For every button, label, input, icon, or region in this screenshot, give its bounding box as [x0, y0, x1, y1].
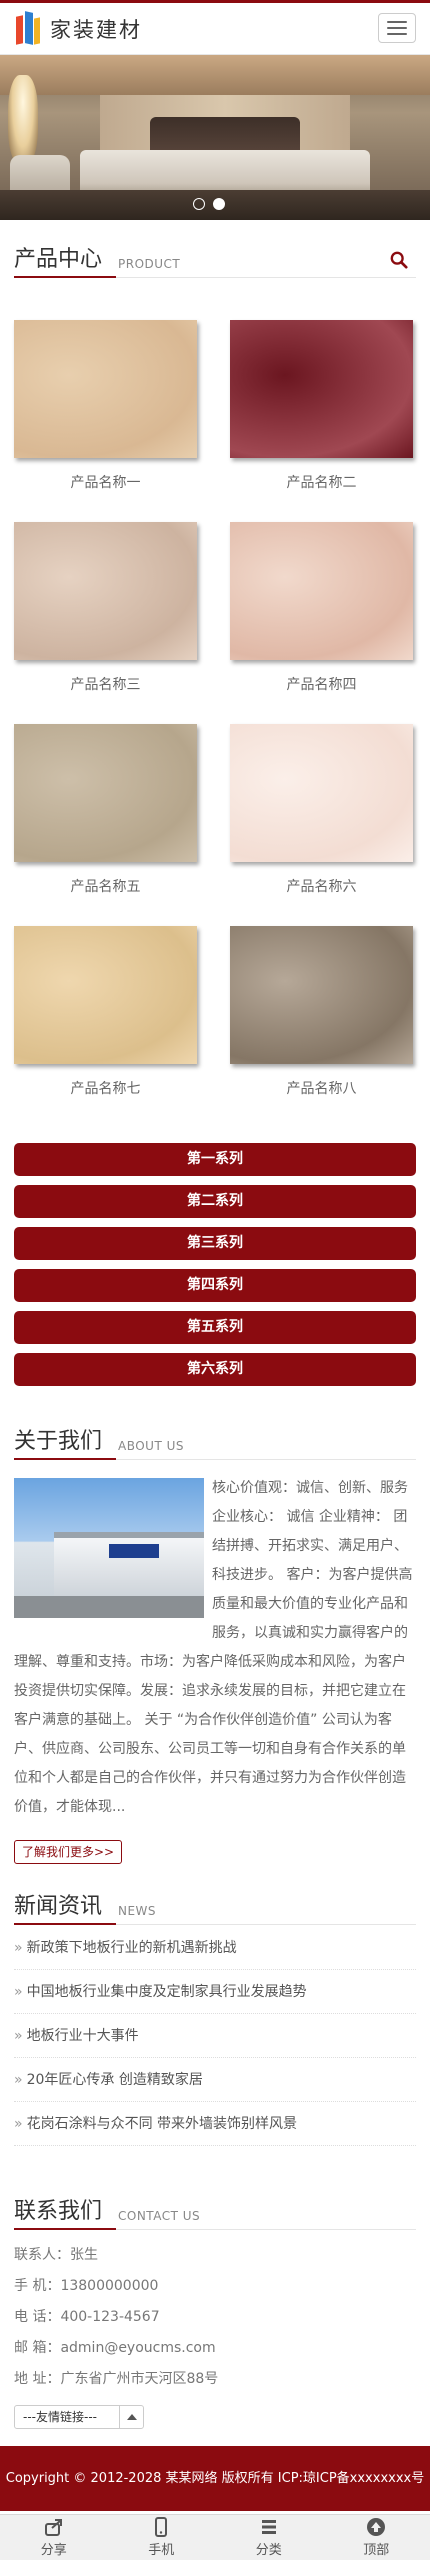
logo-text: 家装建材: [50, 18, 142, 42]
nav-label: 手机: [148, 2543, 175, 2558]
logo-mark-icon: [14, 10, 44, 48]
section-title-en: CONTACT US: [118, 2209, 201, 2223]
section-title-en: PRODUCT: [118, 257, 181, 271]
product-card[interactable]: 产品名称四: [230, 522, 413, 694]
nav-mobile[interactable]: 手机: [108, 2515, 216, 2560]
nav-label: 分享: [40, 2543, 67, 2558]
product-image[interactable]: [230, 522, 413, 660]
product-card[interactable]: 产品名称六: [230, 724, 413, 896]
product-name[interactable]: 产品名称八: [230, 1078, 413, 1098]
site-header: 家装建材: [0, 0, 430, 55]
news-item[interactable]: » 花岗石涂料与众不同 带来外墙装饰别样风景: [14, 2102, 416, 2146]
site-logo[interactable]: 家装建材: [14, 10, 142, 48]
news-item[interactable]: » 20年匠心传承 创造精致家居: [14, 2058, 416, 2102]
banner-slider[interactable]: [0, 55, 430, 220]
copyright-text: Copyright © 2012-2028 某某网络 版权所有 ICP:琼ICP…: [5, 2471, 425, 2486]
about-section-title: 关于我们 ABOUT US: [14, 1420, 416, 1460]
series-button[interactable]: 第四系列: [14, 1269, 416, 1302]
mobile-phone-icon: [155, 2517, 168, 2537]
product-name[interactable]: 产品名称二: [230, 472, 413, 492]
section-title-cn: 新闻资讯: [14, 1894, 103, 1919]
product-image[interactable]: [230, 926, 413, 1064]
news-title[interactable]: 新政策下地板行业的新机遇新挑战: [27, 1940, 237, 1956]
section-title-cn: 联系我们: [14, 2199, 103, 2224]
section-title-en: ABOUT US: [118, 1439, 185, 1453]
news-item[interactable]: » 新政策下地板行业的新机遇新挑战: [14, 1926, 416, 1970]
list-icon: [261, 2520, 276, 2534]
about-text: 核心价值观：诚信、创新、服务企业核心： 诚信 企业精神： 团结拼搏、开拓求实、满…: [14, 1474, 416, 1822]
section-title-en: NEWS: [118, 1904, 157, 1918]
contact-line: 邮 箱：admin@eyoucms.com: [14, 2340, 216, 2356]
chevron-up-icon: [119, 2406, 143, 2428]
product-name[interactable]: 产品名称四: [230, 674, 413, 694]
slider-dot-1[interactable]: [193, 198, 205, 210]
contact-section-title: 联系我们 CONTACT US: [14, 2190, 416, 2230]
section-title-cn: 产品中心: [14, 247, 103, 272]
product-image[interactable]: [14, 320, 197, 458]
product-card[interactable]: 产品名称八: [230, 926, 413, 1098]
chevron-right-icon: »: [14, 1984, 23, 2000]
nav-label: 顶部: [363, 2543, 390, 2558]
series-button[interactable]: 第一系列: [14, 1143, 416, 1176]
contact-line: 电 话：400-123-4567: [14, 2309, 160, 2325]
news-title[interactable]: 中国地板行业集中度及定制家具行业发展趋势: [27, 1984, 307, 2000]
about-more-button[interactable]: 了解我们更多>>: [14, 1840, 122, 1864]
product-card[interactable]: 产品名称三: [14, 522, 197, 694]
series-button[interactable]: 第五系列: [14, 1311, 416, 1344]
series-button[interactable]: 第六系列: [14, 1353, 416, 1386]
product-name[interactable]: 产品名称六: [230, 876, 413, 896]
product-name[interactable]: 产品名称一: [14, 472, 197, 492]
news-title[interactable]: 20年匠心传承 创造精致家居: [27, 2072, 203, 2088]
news-title[interactable]: 地板行业十大事件: [27, 2028, 139, 2044]
chevron-right-icon: »: [14, 2116, 23, 2132]
news-title[interactable]: 花岗石涂料与众不同 带来外墙装饰别样风景: [27, 2116, 297, 2132]
product-image[interactable]: [14, 724, 197, 862]
product-name[interactable]: 产品名称五: [14, 876, 197, 896]
news-section-title: 新闻资讯 NEWS: [14, 1885, 416, 1925]
share-icon: [44, 2519, 62, 2536]
chevron-right-icon: »: [14, 1940, 23, 1956]
chevron-right-icon: »: [14, 2028, 23, 2044]
friend-links-label: ---友情链接---: [23, 2410, 97, 2424]
product-image[interactable]: [14, 522, 197, 660]
slider-dots: [193, 198, 225, 210]
product-card[interactable]: 产品名称二: [230, 320, 413, 492]
nav-share[interactable]: 分享: [0, 2515, 108, 2560]
contact-line: 地 址：广东省广州市天河区88号: [14, 2371, 219, 2387]
nav-label: 分类: [255, 2543, 282, 2558]
news-item[interactable]: » 地板行业十大事件: [14, 2014, 416, 2058]
arrow-up-circle-icon: [367, 2518, 386, 2536]
search-icon[interactable]: [390, 251, 408, 269]
footer-copyright: Copyright © 2012-2028 某某网络 版权所有 ICP:琼ICP…: [0, 2446, 430, 2511]
bottom-nav: 分享 手机 分类 顶部: [0, 2514, 430, 2560]
series-button[interactable]: 第二系列: [14, 1185, 416, 1218]
series-button[interactable]: 第三系列: [14, 1227, 416, 1260]
products-section-title: 产品中心 PRODUCT: [14, 238, 416, 278]
product-name[interactable]: 产品名称七: [14, 1078, 197, 1098]
product-image[interactable]: [230, 724, 413, 862]
product-card[interactable]: 产品名称一: [14, 320, 197, 492]
product-image[interactable]: [14, 926, 197, 1064]
friend-links-select[interactable]: ---友情链接---: [14, 2405, 144, 2429]
section-title-cn: 关于我们: [14, 1429, 103, 1454]
product-name[interactable]: 产品名称三: [14, 674, 197, 694]
chevron-right-icon: »: [14, 2072, 23, 2088]
product-card[interactable]: 产品名称七: [14, 926, 197, 1098]
slider-dot-2[interactable]: [213, 198, 225, 210]
product-image[interactable]: [230, 320, 413, 458]
nav-top[interactable]: 顶部: [323, 2515, 430, 2560]
hamburger-menu-icon[interactable]: [378, 13, 416, 43]
contact-line: 联系人：张生: [14, 2247, 98, 2263]
nav-category[interactable]: 分类: [215, 2515, 323, 2560]
contact-line: 手 机：13800000000: [14, 2278, 159, 2294]
news-item[interactable]: » 中国地板行业集中度及定制家具行业发展趋势: [14, 1970, 416, 2014]
product-card[interactable]: 产品名称五: [14, 724, 197, 896]
